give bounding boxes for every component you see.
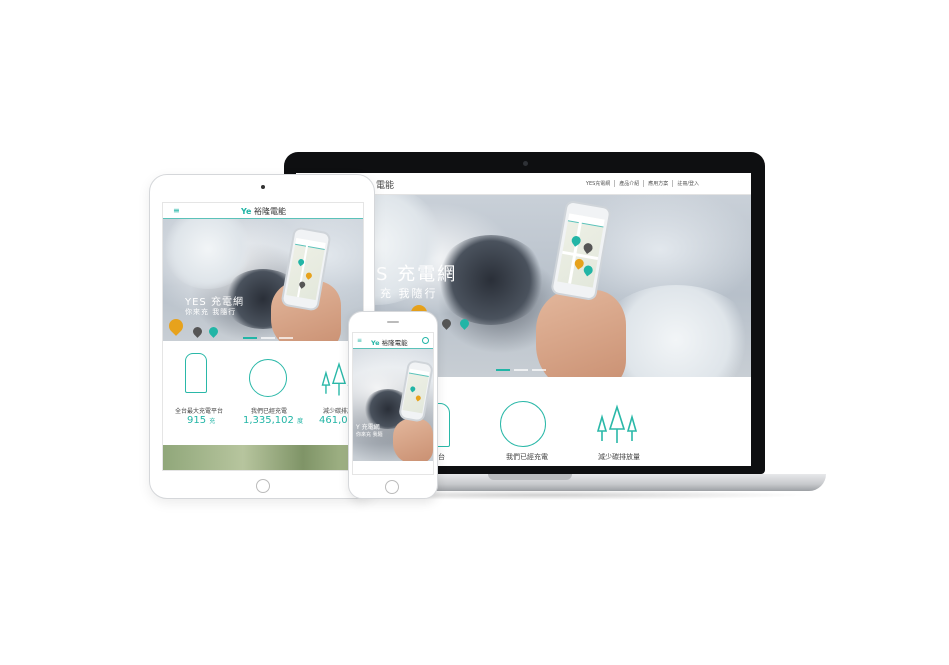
- tablet-stat-label: 我們已經充電: [251, 408, 288, 415]
- carousel-dots[interactable]: [243, 337, 293, 339]
- tablet-navbar: ≡ Ye 裕隆電能: [163, 203, 363, 219]
- laptop-stat-label: 減少碳排放量: [598, 453, 640, 461]
- charger-icon: [185, 353, 207, 393]
- laptop-hero-subtitle: 充 我隨行: [380, 287, 438, 300]
- phone-mockup-image: [550, 199, 612, 302]
- phone-hero-subtitle: 你來充 我隨: [356, 432, 383, 438]
- phone-hero-banner: Y 充電網 你來充 我隨: [353, 349, 433, 461]
- station-pin-icon: [207, 325, 220, 338]
- phone-navbar: ≡ Ye 裕隆電能: [353, 333, 433, 349]
- station-pin-icon: [440, 317, 453, 330]
- nav-item-yes-network[interactable]: YES充電網: [582, 180, 614, 187]
- tablet-photo-strip: [163, 445, 363, 470]
- tablet-home-button[interactable]: [256, 479, 270, 493]
- hamburger-menu-icon[interactable]: ≡: [357, 337, 362, 344]
- tablet-stat-label: 全台最大充電平台: [175, 408, 224, 415]
- tablet-screen: ≡ Ye 裕隆電能 YES 充電網 你來充 我隨行 全台最大充電平台 915 充…: [162, 202, 364, 471]
- phone-home-button[interactable]: [385, 480, 399, 494]
- nav-item-products[interactable]: 產品介紹: [614, 180, 643, 187]
- tablet-hero-subtitle: 你來充 我隨行: [185, 308, 237, 316]
- gauge-icon: [500, 401, 546, 447]
- laptop-nav-menu: YES充電網 產品介紹 應用方案 註冊/登入: [582, 180, 703, 187]
- hand-image: [536, 290, 626, 377]
- station-pin-icon: [166, 316, 186, 336]
- hand-image: [393, 419, 433, 461]
- nav-item-login[interactable]: 註冊/登入: [672, 180, 703, 187]
- phone-speaker: [387, 321, 399, 323]
- tablet-camera: [261, 185, 265, 189]
- tablet-hero-banner: YES 充電網 你來充 我隨行: [163, 219, 363, 341]
- tablet-hero-title: YES 充電網: [185, 297, 244, 308]
- laptop-stat-label: 我們已經充電: [506, 453, 548, 461]
- phone-hero-title: Y 充電網: [356, 424, 380, 431]
- tablet-logo[interactable]: Ye 裕隆電能: [241, 206, 286, 217]
- phone-screen: ≡ Ye 裕隆電能 Y 充電網 你來充 我隨: [352, 332, 434, 475]
- nav-item-solutions[interactable]: 應用方案: [643, 180, 672, 187]
- leaf-logo-icon: Ye: [241, 207, 252, 216]
- laptop-notch: [488, 474, 572, 480]
- station-pin-icon: [191, 325, 204, 338]
- tablet-stat-value: 915 充: [187, 415, 216, 426]
- laptop-hero-title: S 充電網: [376, 264, 458, 285]
- carousel-dots[interactable]: [496, 369, 546, 371]
- phone-brand-name: 裕隆電能: [381, 339, 408, 347]
- laptop-camera: [523, 161, 528, 166]
- tablet-brand-name: 裕隆電能: [254, 207, 287, 216]
- leaf-logo-icon: Ye: [371, 339, 380, 347]
- laptop-brand-name[interactable]: 電能: [376, 178, 394, 191]
- gauge-icon: [249, 359, 287, 397]
- trees-icon: [594, 401, 640, 447]
- tablet-stat-value: 1,335,102 度: [243, 415, 304, 426]
- hamburger-menu-icon[interactable]: ≡: [173, 206, 180, 215]
- search-icon[interactable]: [422, 337, 429, 344]
- phone-logo[interactable]: Ye 裕隆電能: [371, 337, 408, 347]
- phone-mockup-image: [397, 359, 433, 423]
